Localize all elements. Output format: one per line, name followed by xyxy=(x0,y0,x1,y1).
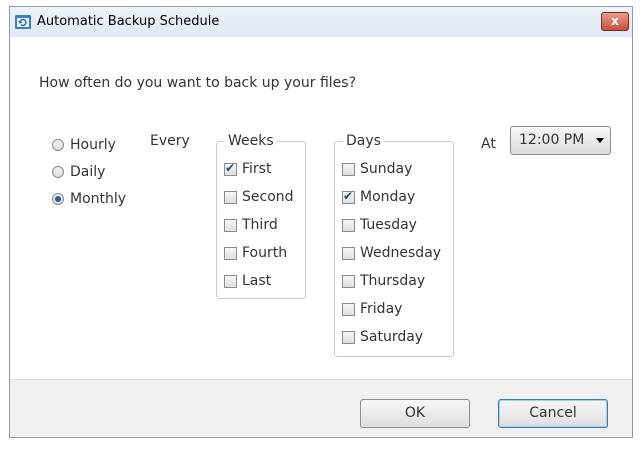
checkbox[interactable] xyxy=(224,246,237,260)
day-tuesday[interactable]: Tuesday xyxy=(342,217,417,233)
radio-label: Monthly xyxy=(70,191,127,207)
checkbox-label: Saturday xyxy=(360,329,424,345)
dialog-title: Automatic Backup Schedule xyxy=(37,14,220,29)
radio-daily[interactable]: Daily xyxy=(52,164,105,180)
day-sunday[interactable]: Sunday xyxy=(342,161,412,177)
chevron-down-icon xyxy=(596,138,604,143)
checkbox[interactable] xyxy=(224,190,237,204)
time-value: 12:00 PM xyxy=(519,132,585,148)
radio-button[interactable] xyxy=(52,139,64,151)
week-fourth[interactable]: Fourth xyxy=(224,245,287,261)
close-button[interactable]: x xyxy=(601,12,629,31)
every-label: Every xyxy=(150,133,190,149)
checkbox-label: Fourth xyxy=(242,245,288,261)
radio-label: Hourly xyxy=(70,137,116,153)
checkbox-label: Monday xyxy=(360,189,416,205)
ok-button[interactable]: OK xyxy=(360,399,470,428)
day-friday[interactable]: Friday xyxy=(342,301,402,317)
week-first[interactable]: First xyxy=(224,161,271,177)
day-saturday[interactable]: Saturday xyxy=(342,329,423,345)
button-bar: OK Cancel xyxy=(10,379,632,437)
backup-schedule-dialog: Automatic Backup Schedule x How often do… xyxy=(9,6,633,438)
week-second[interactable]: Second xyxy=(224,189,294,205)
checkbox[interactable] xyxy=(342,246,355,260)
weeks-group-title: Weeks xyxy=(225,133,277,149)
cancel-button[interactable]: Cancel xyxy=(498,399,608,428)
radio-label: Daily xyxy=(70,164,106,180)
title-bar[interactable]: Automatic Backup Schedule x xyxy=(10,7,632,37)
checkbox[interactable] xyxy=(342,302,355,316)
checkbox-label: Wednesday xyxy=(360,245,442,261)
checkbox-label: Third xyxy=(242,217,278,233)
checkbox-label: Friday xyxy=(360,301,403,317)
days-group-title: Days xyxy=(343,133,384,149)
backup-app-icon xyxy=(15,15,31,29)
checkbox[interactable] xyxy=(342,162,355,176)
checkbox-label: Second xyxy=(242,189,294,205)
checkbox-label: First xyxy=(242,161,272,177)
weeks-group: Weeks First Second Third Fourth Last xyxy=(216,133,306,299)
checkbox[interactable] xyxy=(342,330,355,344)
radio-button[interactable] xyxy=(52,193,64,205)
frequency-question: How often do you want to back up your fi… xyxy=(39,75,356,91)
radio-button[interactable] xyxy=(52,166,64,178)
checkbox-label: Thursday xyxy=(360,273,426,289)
close-icon: x xyxy=(611,14,619,28)
checkbox-label: Tuesday xyxy=(360,217,417,233)
checkbox[interactable] xyxy=(224,274,237,288)
radio-monthly[interactable]: Monthly xyxy=(52,191,126,207)
week-third[interactable]: Third xyxy=(224,217,278,233)
at-label: At xyxy=(481,136,496,152)
time-dropdown[interactable]: 12:00 PM xyxy=(510,126,611,155)
checkbox[interactable] xyxy=(342,189,355,204)
checkbox[interactable] xyxy=(224,161,237,176)
day-thursday[interactable]: Thursday xyxy=(342,273,425,289)
week-last[interactable]: Last xyxy=(224,273,271,289)
checkbox-label: Sunday xyxy=(360,161,413,177)
checkbox-label: Last xyxy=(242,273,272,289)
checkbox[interactable] xyxy=(224,218,237,232)
checkbox[interactable] xyxy=(342,274,355,288)
days-group: Days Sunday Monday Tuesday Wednesday Thu… xyxy=(334,133,454,357)
day-monday[interactable]: Monday xyxy=(342,189,415,205)
day-wednesday[interactable]: Wednesday xyxy=(342,245,441,261)
checkbox[interactable] xyxy=(342,218,355,232)
radio-hourly[interactable]: Hourly xyxy=(52,137,116,153)
